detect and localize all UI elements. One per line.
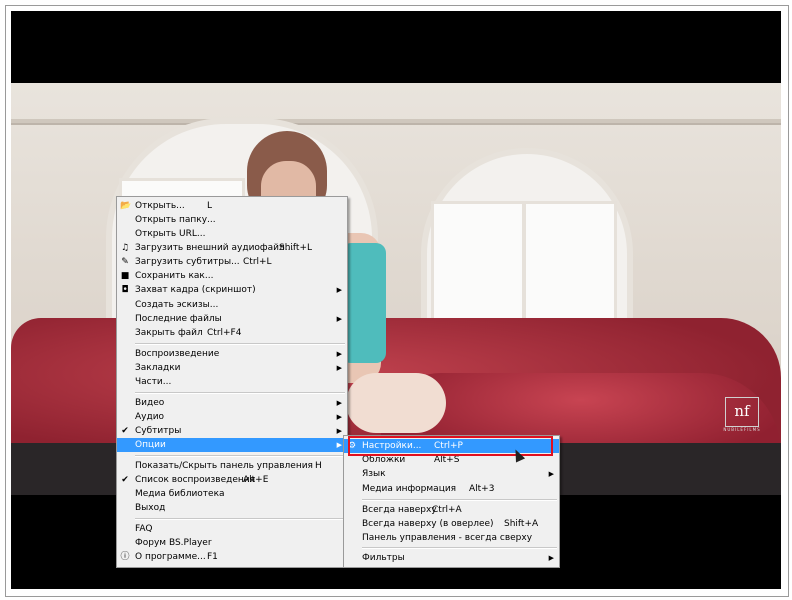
context-menu-item[interactable]: Форум BS.Player [117,536,347,550]
options-menu-item[interactable]: Язык ▶ [344,467,559,481]
studio-logo: nf [725,397,759,427]
context-menu-item-shortcut: Shift+L [279,243,313,253]
context-menu-item-label: Закрыть файл [135,328,203,338]
options-menu-item-shortcut: Alt+3 [469,484,495,494]
context-menu-item[interactable]: Последние файлы ▶ [117,312,347,326]
options-menu-item[interactable]: Панель управления - всегда сверху [344,531,559,545]
info-icon: ⓘ [120,552,130,562]
context-menu-item[interactable]: ✔ Субтитры ▶ [117,424,347,438]
context-menu-item-shortcut: Alt+E [243,475,269,485]
context-menu-item[interactable]: ■ Сохранить как... [117,269,347,283]
floppy-icon: ■ [120,271,130,281]
context-menu-item-label: Выход [135,503,166,513]
submenu-arrow-icon: ▶ [336,399,342,407]
context-menu-item-shortcut: H [315,461,322,471]
context-menu-item-label: Последние файлы [135,314,222,324]
options-menu-item[interactable]: Медиа информация Alt+3 [344,482,559,496]
audio-file-icon: ♫ [120,243,130,253]
context-menu-item-label: Сохранить как... [135,271,214,281]
context-menu-item[interactable]: Видео ▶ [117,396,347,410]
context-menu-item[interactable]: ✎ Загрузить субтитры... Ctrl+L [117,255,347,269]
camera-icon: ◘ [121,285,129,295]
menu-separator [135,343,345,345]
context-menu-item[interactable]: Опции ▶ [117,438,347,452]
context-menu-item-label: Захват кадра (скриншот) [135,285,256,295]
context-menu-item-label: Аудио [135,412,165,422]
context-menu-item-label: Медиа библиотека [135,489,225,499]
context-menu-item[interactable]: 📂 Открыть... L [117,199,347,213]
context-menu-item-label: Создать эскизы... [135,300,219,310]
context-menu-item[interactable]: Показать/Скрыть панель управления H [117,459,347,473]
context-menu-item[interactable]: Выход [117,501,347,515]
options-menu-item-label: Всегда наверху (в оверлее) [362,519,494,529]
context-menu-item-label: Показать/Скрыть панель управления [135,461,313,471]
context-menu-item[interactable]: Открыть URL... [117,227,347,241]
pencil-icon: ✎ [121,257,129,267]
menu-separator [362,499,557,501]
context-menu-item-label: Открыть... [135,201,185,211]
wall-pipe [11,123,781,125]
options-menu-item[interactable]: Фильтры ▶ [344,551,559,565]
context-menu-item-label: Загрузить внешний аудиофайл... [135,243,294,253]
context-menu-item-label: Список воспроизведения [135,475,256,485]
context-menu-item-label: Части... [135,377,172,387]
check-icon: ✔ [121,475,129,485]
submenu-arrow-icon: ▶ [336,350,342,358]
context-menu-item[interactable]: FAQ [117,522,347,536]
context-menu-item-label: Открыть URL... [135,229,206,239]
context-menu-item[interactable]: Медиа библиотека [117,487,347,501]
folder-icon: 📂 [120,201,132,211]
menu-separator [362,547,557,549]
context-menu-item[interactable]: Закладки ▶ [117,361,347,375]
context-menu-item-label: О программе... [135,552,206,562]
submenu-arrow-icon: ▶ [336,413,342,421]
context-menu-item-shortcut: Ctrl+F4 [207,328,242,338]
submenu-arrow-icon: ▶ [548,554,554,562]
menu-separator [135,392,345,394]
context-menu-item-label: Открыть папку... [135,215,216,225]
context-menu-item[interactable]: ⓘ О программе... F1 [117,550,347,564]
context-menu-item-label: Воспроизведение [135,349,220,359]
studio-logo-subtitle: NUBILEFILMS [723,427,761,432]
options-menu-item[interactable]: Всегда наверху Ctrl+A [344,503,559,517]
context-menu-item[interactable]: Открыть папку... [117,213,347,227]
options-menu-item-shortcut: Shift+A [504,519,539,529]
submenu-arrow-icon: ▶ [336,364,342,372]
options-menu-item-label: Фильтры [362,553,405,563]
submenu-arrow-icon: ▶ [336,441,342,449]
context-menu-item[interactable]: ♫ Загрузить внешний аудиофайл... Shift+L [117,241,347,255]
context-menu-item[interactable]: Создать эскизы... [117,298,347,312]
context-menu-item-label: Загрузить субтитры... [135,257,240,267]
options-menu-item[interactable]: Всегда наверху (в оверлее) Shift+A [344,517,559,531]
options-menu-item-shortcut: Ctrl+A [432,505,462,515]
options-menu-item-label: Медиа информация [362,484,457,494]
submenu-arrow-icon: ▶ [548,470,554,478]
context-menu-item[interactable]: Аудио ▶ [117,410,347,424]
context-menu-item-shortcut: F1 [207,552,218,562]
context-menu-item-shortcut: Ctrl+L [243,257,272,267]
menu-separator [135,518,345,520]
submenu-arrow-icon: ▶ [336,286,342,294]
context-menu: 📂 Открыть... L Открыть папку... Открыть URL.… [116,196,348,568]
context-menu-item-label: Форум BS.Player [135,538,212,548]
options-menu-item-label: Всегда наверху [362,505,437,515]
submenu-arrow-icon: ▶ [336,427,342,435]
check-icon: ✔ [121,426,129,436]
context-menu-item[interactable]: Закрыть файл Ctrl+F4 [117,326,347,340]
context-menu-item-label: Видео [135,398,165,408]
menu-separator [135,455,345,457]
context-menu-item[interactable]: Части... [117,375,347,389]
submenu-arrow-icon: ▶ [336,315,342,323]
options-menu-item-label: Панель управления - всегда сверху [362,533,533,543]
context-menu-item[interactable]: ◘ Захват кадра (скриншот) ▶ [117,283,347,297]
context-menu-item[interactable]: Воспроизведение ▶ [117,347,347,361]
context-menu-item-label: Закладки [135,363,181,373]
context-menu-item[interactable]: ✔ Список воспроизведения Alt+E [117,473,347,487]
context-menu-item-shortcut: L [207,201,213,211]
person-leg [346,373,446,433]
context-menu-item-label: FAQ [135,524,153,534]
context-menu-item-label: Субтитры [135,426,182,436]
options-menu-item-label: Язык [362,469,386,479]
context-menu-item-label: Опции [135,440,166,450]
